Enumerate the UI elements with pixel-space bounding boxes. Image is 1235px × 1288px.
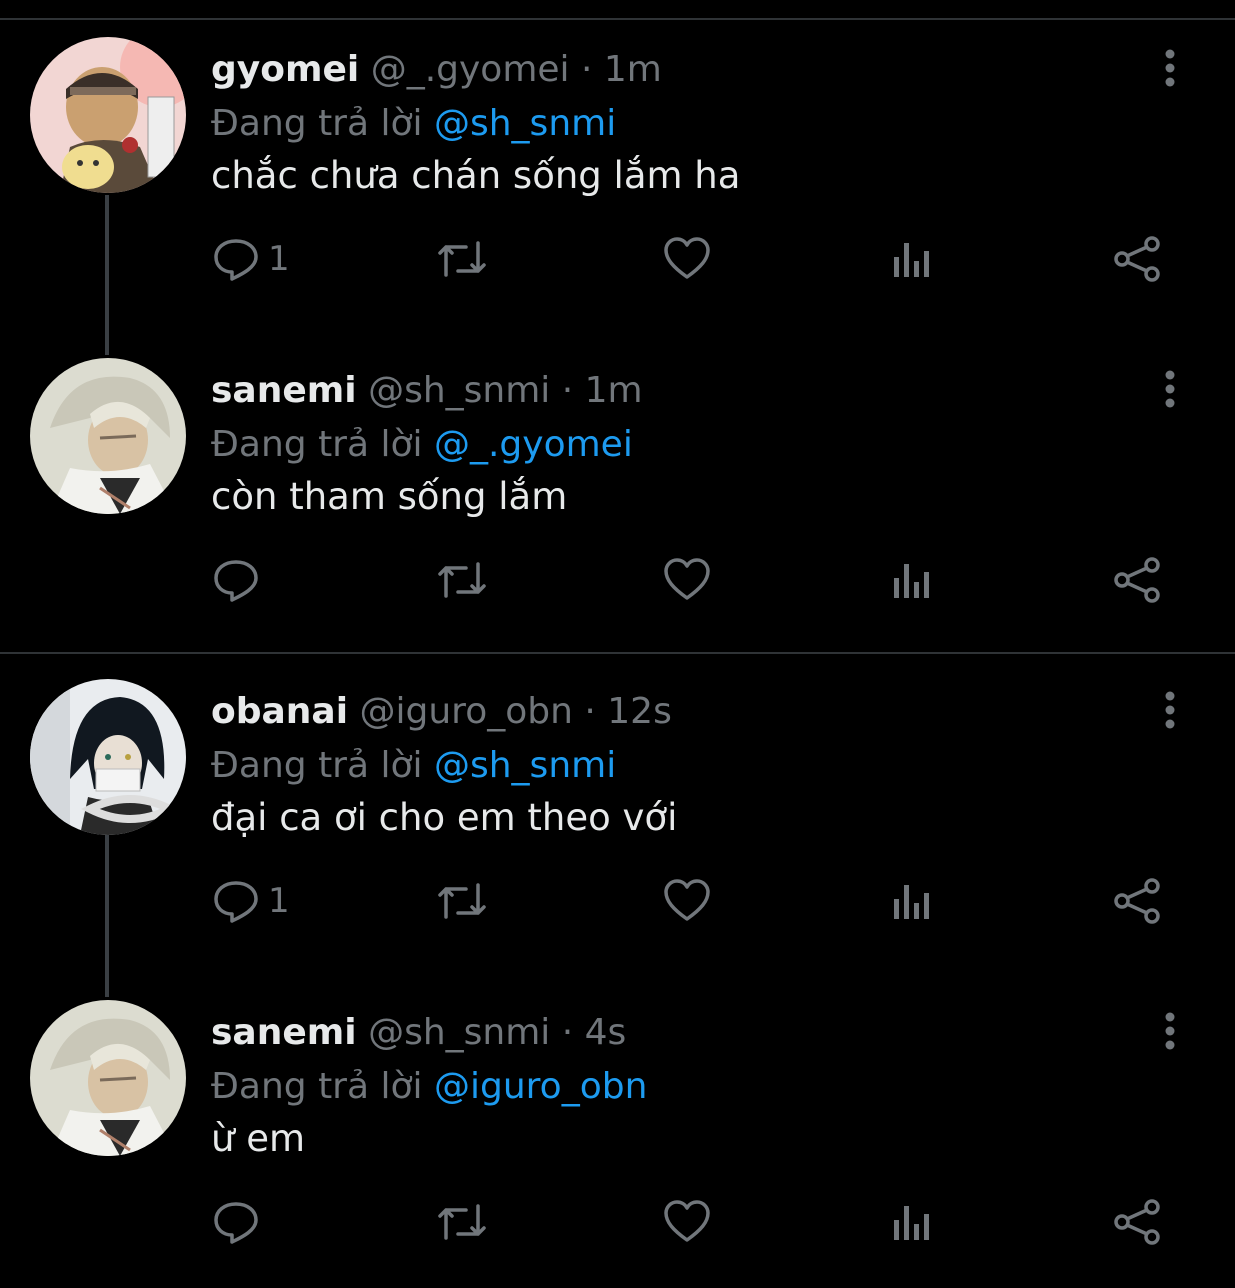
tweet[interactable]: sanemi @sh_snmi · 4s Đang trả lời @iguro… [0,963,1235,1283]
reply-icon [214,1202,258,1244]
retweet-button[interactable] [436,224,488,294]
analytics-button[interactable] [890,1187,934,1257]
reply-prefix: Đang trả lời [211,1066,423,1107]
handle[interactable]: @sh_snmi [368,1012,550,1053]
like-button[interactable] [663,224,711,294]
share-button[interactable] [1112,545,1162,615]
tweet[interactable]: obanai @iguro_obn · 12s Đang trả lời @sh… [0,642,1235,962]
analytics-icon [894,885,929,919]
tweet-text: còn tham sống lắm [211,475,568,518]
like-button[interactable] [663,1187,711,1257]
handle[interactable]: @_.gyomei [371,49,570,90]
tweet-header: sanemi @sh_snmi · 1m [211,363,643,419]
reply-prefix: Đang trả lời [211,745,423,786]
tweet-header: gyomei @_.gyomei · 1m [211,42,662,98]
avatar[interactable] [30,358,186,514]
replying-to: Đang trả lời @sh_snmi [211,738,616,794]
like-button[interactable] [663,866,711,936]
mention-link[interactable]: @_.gyomei [434,424,633,465]
display-name[interactable]: gyomei [211,49,359,90]
action-bar [0,1187,1235,1257]
share-icon [1114,236,1160,282]
share-button[interactable] [1112,866,1162,936]
like-icon [664,558,710,600]
tweet-text: chắc chưa chán sống lắm ha [211,154,741,197]
tweet-text: đại ca ơi cho em theo với [211,796,678,839]
retweet-button[interactable] [436,866,488,936]
share-icon [1114,557,1160,603]
action-bar [0,545,1235,615]
retweet-button[interactable] [436,1187,488,1257]
tweet[interactable]: sanemi @sh_snmi · 1m Đang trả lời @_.gyo… [0,321,1235,641]
analytics-icon [894,243,929,277]
analytics-button[interactable] [890,866,934,936]
avatar[interactable] [30,37,186,193]
reply-count: 1 [268,881,290,921]
display-name[interactable]: sanemi [211,1012,357,1053]
mention-link[interactable]: @sh_snmi [434,745,616,786]
reply-icon [214,239,258,281]
tweet-header: obanai @iguro_obn · 12s [211,684,672,740]
reply-prefix: Đang trả lời [211,424,423,465]
timestamp[interactable]: · 1m [581,49,662,90]
tweet-text: ừ em [211,1117,306,1160]
more-options-icon[interactable] [1150,48,1190,88]
action-bar: 1 [0,224,1235,294]
share-button[interactable] [1112,1187,1162,1257]
retweet-icon [438,883,486,919]
reply-button[interactable] [212,1187,268,1257]
tweet-header: sanemi @sh_snmi · 4s [211,1005,626,1061]
more-options-icon[interactable] [1150,1011,1190,1051]
share-button[interactable] [1112,224,1162,294]
replying-to: Đang trả lời @iguro_obn [211,1059,647,1115]
mention-link[interactable]: @sh_snmi [434,103,616,144]
analytics-icon [894,1206,929,1240]
display-name[interactable]: obanai [211,691,348,732]
share-icon [1114,1199,1160,1245]
mention-link[interactable]: @iguro_obn [434,1066,647,1107]
timestamp[interactable]: · 12s [584,691,671,732]
reply-icon [214,881,258,923]
retweet-icon [438,1204,486,1240]
like-button[interactable] [663,545,711,615]
action-bar: 1 [0,866,1235,936]
retweet-button[interactable] [436,545,488,615]
timestamp[interactable]: · 1m [562,370,643,411]
analytics-button[interactable] [890,224,934,294]
replying-to: Đang trả lời @_.gyomei [211,417,633,473]
reply-button[interactable]: 1 [212,224,290,294]
like-icon [664,1200,710,1242]
retweet-icon [438,562,486,598]
reply-icon [214,560,258,602]
analytics-icon [894,564,929,598]
replying-to: Đang trả lời @sh_snmi [211,96,616,152]
tweet[interactable]: gyomei @_.gyomei · 1m Đang trả lời @sh_s… [0,0,1235,320]
reply-button[interactable]: 1 [212,866,290,936]
handle[interactable]: @iguro_obn [360,691,573,732]
more-options-icon[interactable] [1150,369,1190,409]
like-icon [664,879,710,921]
reply-count: 1 [268,239,290,279]
avatar[interactable] [30,1000,186,1156]
avatar[interactable] [30,679,186,835]
timestamp[interactable]: · 4s [562,1012,627,1053]
handle[interactable]: @sh_snmi [368,370,550,411]
share-icon [1114,878,1160,924]
retweet-icon [438,241,486,277]
like-icon [664,237,710,279]
display-name[interactable]: sanemi [211,370,357,411]
more-options-icon[interactable] [1150,690,1190,730]
analytics-button[interactable] [890,545,934,615]
reply-prefix: Đang trả lời [211,103,423,144]
reply-button[interactable] [212,545,268,615]
